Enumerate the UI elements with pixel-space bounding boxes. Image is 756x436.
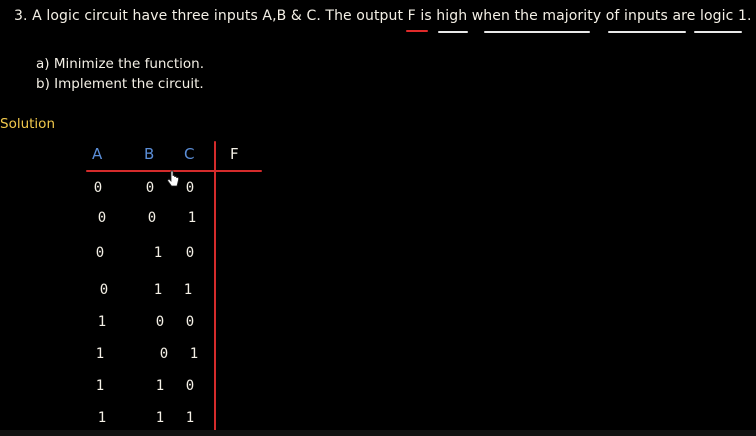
cell-a: 1 <box>97 410 107 426</box>
cell-c: 1 <box>185 410 195 426</box>
cell-c: 1 <box>183 282 193 298</box>
cell-b: 1 <box>153 245 163 261</box>
underline-logic-1 <box>694 31 742 33</box>
cell-a: 1 <box>97 314 107 330</box>
cell-a: 0 <box>95 245 105 261</box>
cell-c: 0 <box>185 378 195 394</box>
header-F: F <box>230 145 239 163</box>
cell-b: 1 <box>153 282 163 298</box>
header-A: A <box>92 145 103 163</box>
cell-c: 0 <box>185 314 195 330</box>
hand-pointer-icon <box>166 170 179 187</box>
underline-is-high <box>438 31 468 33</box>
bottom-bar <box>0 430 756 436</box>
solution-label: Solution <box>0 116 55 132</box>
cell-b: 1 <box>155 410 165 426</box>
cell-c: 0 <box>185 245 195 261</box>
part-a: a) Minimize the function. <box>36 56 205 72</box>
cell-b: 0 <box>147 210 157 226</box>
cell-b: 1 <box>155 378 165 394</box>
cell-a: 0 <box>93 180 103 196</box>
question-text: 3. A logic circuit have three inputs A,B… <box>14 8 752 24</box>
cell-a: 1 <box>95 346 105 362</box>
underline-of-inputs <box>608 31 686 33</box>
header-B: B <box>144 145 155 163</box>
cell-b: 0 <box>159 346 169 362</box>
cell-b: 0 <box>145 180 155 196</box>
underline-F <box>406 30 428 32</box>
cell-b: 0 <box>155 314 165 330</box>
cell-a: 0 <box>99 282 109 298</box>
cell-a: 1 <box>95 378 105 394</box>
part-b: b) Implement the circuit. <box>36 76 204 92</box>
cell-a: 0 <box>97 210 107 226</box>
underline-when-majority <box>484 31 590 33</box>
header-C: C <box>184 145 195 163</box>
cell-c: 1 <box>187 210 197 226</box>
cell-c: 1 <box>189 346 199 362</box>
table-divider-line <box>214 141 216 431</box>
cell-c: 0 <box>185 180 195 196</box>
